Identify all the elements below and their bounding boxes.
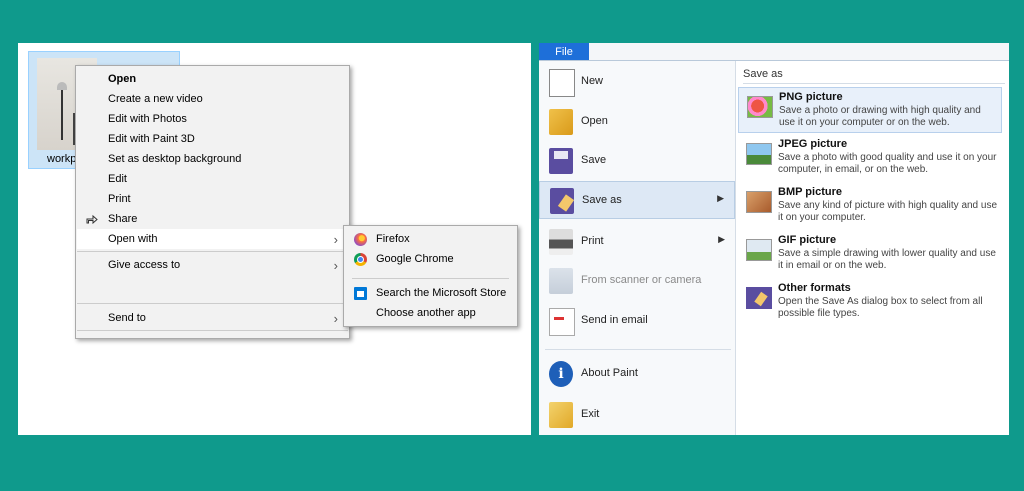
menu-open[interactable]: Open — [539, 103, 735, 141]
save-as-other-formats[interactable]: Other formats Open the Save As dialog bo… — [738, 279, 1002, 325]
menu-save[interactable]: Save — [539, 142, 735, 180]
format-description: Save any kind of picture with high quali… — [778, 200, 998, 223]
menu-label: Save — [581, 154, 607, 166]
paint-file-menu-window: File New Open Save Save as ▶ Print ▶ Fro… — [539, 43, 1009, 435]
arrow-right-icon: ▶ — [717, 193, 724, 203]
context-item-open-with[interactable]: Open with › — [77, 229, 348, 249]
context-item-edit-with-paint-3d[interactable]: Edit with Paint 3D — [77, 129, 348, 149]
save-as-panel: Save as PNG picture Save a photo or draw… — [736, 61, 1009, 435]
context-item-label: Open with — [108, 233, 158, 245]
chrome-icon — [354, 253, 367, 266]
context-item-edit[interactable]: Edit — [77, 169, 348, 189]
microsoft-store-icon — [354, 287, 367, 300]
context-item-set-desktop-background[interactable]: Set as desktop background — [77, 149, 348, 169]
context-item-label: Send to — [108, 312, 146, 324]
png-picture-icon — [747, 96, 773, 118]
chevron-right-icon: › — [333, 311, 338, 326]
info-icon: i — [549, 361, 573, 387]
menu-new[interactable]: New — [539, 63, 735, 101]
jpeg-picture-icon — [746, 143, 772, 165]
menu-label: Exit — [581, 408, 600, 420]
context-item-create-video[interactable]: Create a new video — [77, 89, 348, 109]
file-name-label: workp — [47, 153, 77, 165]
menu-label: About Paint — [581, 367, 638, 379]
context-item-label: Give access to — [108, 259, 181, 271]
submenu-item-label: Firefox — [376, 233, 410, 245]
save-as-png[interactable]: PNG picture Save a photo or drawing with… — [738, 87, 1002, 133]
menu-save-as[interactable]: Save as ▶ — [539, 181, 735, 219]
save-as-header: Save as — [743, 68, 783, 80]
save-as-icon — [550, 188, 574, 214]
menu-label: Send in email — [581, 314, 648, 326]
other-formats-icon — [746, 287, 772, 309]
bmp-picture-icon — [746, 191, 772, 213]
format-title: Other formats — [778, 282, 851, 294]
save-as-gif[interactable]: GIF picture Save a simple drawing with l… — [738, 231, 1002, 277]
format-description: Save a photo or drawing with high qualit… — [779, 105, 981, 128]
share-icon — [86, 214, 98, 224]
new-file-icon — [549, 69, 575, 97]
menu-about-paint[interactable]: i About Paint — [539, 355, 735, 393]
search-microsoft-store[interactable]: Search the Microsoft Store — [345, 283, 516, 303]
format-description: Save a photo with good quality and use i… — [778, 152, 997, 175]
chevron-right-icon: › — [333, 232, 338, 247]
save-as-bmp[interactable]: BMP picture Save any kind of picture wit… — [738, 183, 1002, 229]
choose-another-app[interactable]: Choose another app — [345, 303, 516, 323]
menu-separator — [77, 251, 348, 252]
open-with-submenu: Firefox Google Chrome Search the Microso… — [343, 225, 518, 327]
header-divider — [743, 83, 1005, 84]
submenu-item-label: Google Chrome — [376, 253, 454, 265]
context-item-share[interactable]: Share — [77, 209, 348, 229]
context-menu: Open Create a new video Edit with Photos… — [75, 65, 350, 339]
menu-label: Save as — [582, 194, 622, 206]
context-item-send-to[interactable]: Send to › — [77, 308, 348, 328]
arrow-right-icon: ▶ — [718, 234, 725, 244]
open-with-firefox[interactable]: Firefox — [345, 229, 516, 249]
menu-label: New — [581, 75, 604, 87]
context-item-print[interactable]: Print — [77, 189, 348, 209]
context-item-give-access[interactable]: Give access to › — [77, 255, 348, 275]
menu-send-email[interactable]: Send in email — [539, 302, 735, 340]
exit-icon — [549, 402, 573, 428]
save-as-jpeg[interactable]: JPEG picture Save a photo with good qual… — [738, 135, 1002, 181]
menu-label: Print — [581, 235, 604, 247]
menu-label: Open — [581, 115, 608, 127]
file-tab[interactable]: File — [539, 43, 589, 60]
menu-separator — [77, 303, 348, 304]
chevron-right-icon: › — [333, 258, 338, 273]
menu-separator — [545, 349, 731, 350]
menu-from-scanner[interactable]: From scanner or camera — [539, 262, 735, 300]
context-item-open[interactable]: Open — [77, 69, 348, 89]
menu-exit[interactable]: Exit — [539, 396, 735, 434]
explorer-window: workp Open Create a new video Edit with … — [18, 43, 531, 435]
firefox-icon — [354, 233, 367, 246]
open-with-chrome[interactable]: Google Chrome — [345, 249, 516, 269]
format-title: PNG picture — [779, 91, 843, 103]
format-title: JPEG picture — [778, 138, 848, 150]
email-icon — [549, 308, 575, 336]
context-item-label: Share — [108, 213, 138, 225]
menu-separator — [77, 330, 348, 331]
format-description: Open the Save As dialog box to select fr… — [778, 296, 983, 319]
context-item-edit-with-photos[interactable]: Edit with Photos — [77, 109, 348, 129]
open-folder-icon — [549, 109, 573, 135]
format-title: BMP picture — [778, 186, 842, 198]
gif-picture-icon — [746, 239, 772, 261]
scanner-icon — [549, 268, 573, 294]
menu-print[interactable]: Print ▶ — [539, 223, 735, 261]
format-description: Save a simple drawing with lower quality… — [778, 248, 996, 271]
format-title: GIF picture — [778, 234, 837, 246]
menu-separator — [352, 278, 509, 279]
save-icon — [549, 148, 573, 174]
submenu-item-label: Search the Microsoft Store — [376, 287, 507, 299]
paint-file-menu: New Open Save Save as ▶ Print ▶ From sca… — [539, 61, 736, 435]
printer-icon — [549, 229, 573, 255]
menu-label: From scanner or camera — [581, 274, 702, 286]
